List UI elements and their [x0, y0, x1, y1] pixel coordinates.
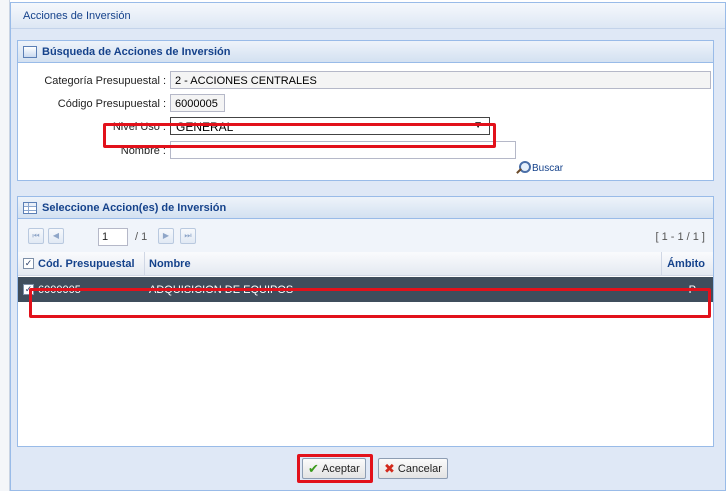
background-edge — [0, 0, 10, 491]
cancelar-label: Cancelar — [397, 462, 442, 475]
dialog-titlebar[interactable]: Acciones de Inversión — [11, 3, 725, 29]
next-page-icon[interactable]: ▶ — [158, 228, 174, 244]
select-panel-header: Seleccione Accion(es) de Inversión — [18, 197, 713, 219]
nivel-uso-select[interactable]: GENERAL ▼ — [170, 117, 490, 135]
column-divider — [661, 252, 662, 276]
buscar-button[interactable]: Buscar — [515, 160, 563, 176]
window-icon — [23, 46, 37, 58]
dialog-title: Acciones de Inversión — [23, 10, 131, 22]
row-checkbox[interactable]: ✓ — [23, 284, 34, 295]
categoria-field: 2 - ACCIONES CENTRALES — [170, 71, 711, 89]
column-divider — [144, 252, 145, 276]
first-page-icon[interactable]: ⏮ — [28, 228, 44, 244]
col-nombre-header[interactable]: Nombre — [149, 258, 191, 270]
buscar-label: Buscar — [532, 162, 564, 174]
col-ambito-header[interactable]: Ámbito — [667, 258, 705, 270]
dropdown-arrow-icon[interactable]: ▼ — [473, 120, 483, 131]
col-codigo-header[interactable]: Cód. Presupuestal — [38, 258, 135, 270]
page-number-input[interactable]: 1 — [98, 228, 128, 246]
nivel-uso-row: Nivel Uso : GENERAL ▼ — [18, 117, 713, 137]
select-panel: Seleccione Accion(es) de Inversión ⏮ ◀ 1… — [17, 196, 714, 447]
categoria-label: Categoría Presupuestal : — [44, 75, 166, 87]
row-codigo: 6000005 — [38, 284, 81, 296]
grid-icon — [23, 202, 37, 214]
search-icon — [515, 161, 531, 175]
search-panel: Búsqueda de Acciones de Inversión Catego… — [17, 40, 714, 181]
select-panel-title: Seleccione Accion(es) de Inversión — [42, 202, 227, 214]
nombre-input[interactable] — [170, 141, 516, 159]
row-ambito: P — [688, 284, 696, 296]
last-page-icon[interactable]: ⏭ — [180, 228, 196, 244]
check-icon: ✔ — [308, 460, 319, 476]
nivel-uso-value: GENERAL — [176, 120, 234, 134]
grid-header: ✓ Cód. Presupuestal Nombre Ámbito — [18, 252, 713, 276]
search-panel-title: Búsqueda de Acciones de Inversión — [42, 46, 231, 58]
page-total: / 1 — [135, 231, 148, 243]
codigo-field: 6000005 — [170, 94, 225, 112]
cancel-icon: ✖ — [384, 460, 395, 476]
codigo-label: Código Presupuestal : — [57, 98, 166, 110]
record-range: [ 1 - 1 / 1 ] — [655, 231, 705, 243]
prev-page-icon[interactable]: ◀ — [48, 228, 64, 244]
pagination-toolbar: ⏮ ◀ 1 / 1 ▶ ⏭ [ 1 - 1 / 1 ] — [18, 219, 713, 252]
search-panel-header: Búsqueda de Acciones de Inversión — [18, 41, 713, 63]
select-all-checkbox[interactable]: ✓ — [23, 258, 34, 269]
codigo-row: Código Presupuestal : 6000005 — [18, 94, 713, 114]
nombre-label: Nombre : — [120, 145, 166, 157]
cancelar-button[interactable]: ✖ Cancelar — [378, 458, 448, 479]
aceptar-button[interactable]: ✔ Aceptar — [302, 458, 366, 479]
categoria-row: Categoría Presupuestal : 2 - ACCIONES CE… — [18, 71, 713, 91]
table-row[interactable]: ✓ 6000005 ADQUISICION DE EQUIPOS P — [18, 277, 713, 302]
row-nombre: ADQUISICION DE EQUIPOS — [149, 284, 294, 296]
nivel-uso-label: Nivel Uso : — [112, 121, 166, 133]
nombre-row: Nombre : — [18, 141, 713, 161]
aceptar-label: Aceptar — [321, 462, 360, 475]
